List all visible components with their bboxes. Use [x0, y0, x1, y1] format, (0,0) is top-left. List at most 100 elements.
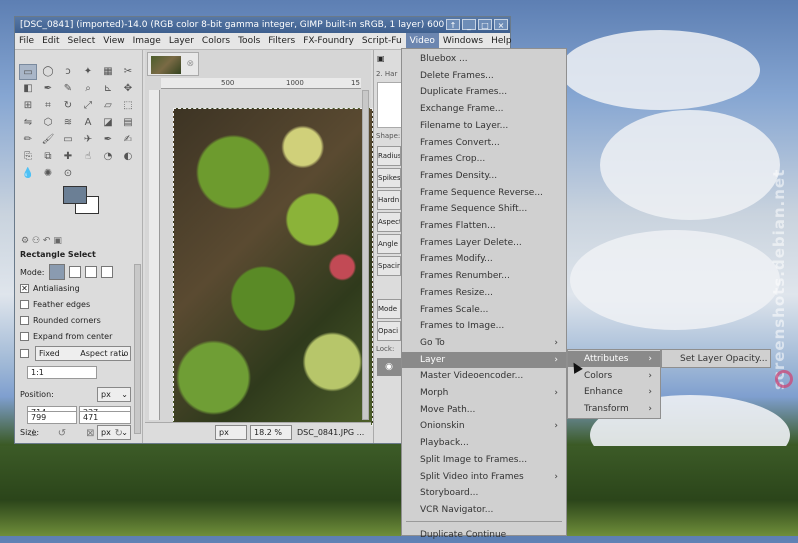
scale-tool-icon[interactable]: ⤢: [79, 98, 97, 114]
menu-video[interactable]: Video: [405, 33, 439, 49]
title-bar[interactable]: [DSC_0841] (imported)-14.0 (RGB color 8-…: [15, 17, 510, 33]
rounded-checkbox[interactable]: [20, 316, 29, 325]
feather-checkbox[interactable]: [20, 300, 29, 309]
color-swatches[interactable]: [63, 186, 99, 216]
replace-mode-icon[interactable]: [48, 264, 65, 280]
menu-item-exchange-frame[interactable]: Exchange Frame...: [402, 101, 566, 117]
menu-help[interactable]: Help: [487, 33, 516, 49]
zoom-select[interactable]: 18.2 %: [250, 425, 292, 440]
heal-tool-icon[interactable]: ✚: [59, 149, 77, 165]
size-width-field[interactable]: 799: [27, 411, 77, 424]
photo-canvas[interactable]: [173, 108, 373, 426]
fuzzy-select-tool-icon[interactable]: ✦: [79, 64, 97, 80]
undo-history-tab-icon[interactable]: ↶: [43, 236, 51, 246]
menu-filters[interactable]: Filters: [264, 33, 299, 49]
menu-item-frames-layer-delete[interactable]: Frames Layer Delete...: [402, 235, 566, 251]
foreground-select-tool-icon[interactable]: ◧: [19, 81, 37, 97]
menu-item-enhance[interactable]: Enhance ›: [568, 384, 660, 400]
layer-mode-control[interactable]: Mode: [377, 299, 401, 319]
dodge-burn-tool-icon[interactable]: ◐: [119, 149, 137, 165]
paintbrush-tool-icon[interactable]: 🖌: [39, 132, 57, 148]
menu-item-duplicate-continue[interactable]: Duplicate Continue: [402, 527, 566, 543]
gegl-tool-icon[interactable]: ✺: [39, 166, 57, 182]
maximize-button[interactable]: □: [478, 19, 492, 30]
menu-item-master-videoencoder[interactable]: Master Videoencoder...: [402, 368, 566, 384]
menu-item-attributes[interactable]: Attributes ›: [568, 351, 660, 367]
antialiasing-checkbox[interactable]: ✕: [20, 284, 29, 293]
size-height-field[interactable]: 471: [79, 411, 131, 424]
reset-options-icon[interactable]: ↻: [115, 428, 123, 439]
measure-tool-icon[interactable]: ⊾: [99, 81, 117, 97]
menu-item-frames-renumber[interactable]: Frames Renumber...: [402, 268, 566, 284]
menu-windows[interactable]: Windows: [439, 33, 487, 49]
images-tab-icon[interactable]: ▣: [53, 236, 62, 246]
hardness-control[interactable]: Hardn: [377, 190, 401, 210]
menu-item-frames-density[interactable]: Frames Density...: [402, 168, 566, 184]
crop-tool-icon[interactable]: ⌗: [39, 98, 57, 114]
zoom-tool-icon[interactable]: ⌕: [79, 81, 97, 97]
menu-layer[interactable]: Layer: [165, 33, 198, 49]
flip-tool-icon[interactable]: ⇋: [19, 115, 37, 131]
menu-item-playback[interactable]: Playback...: [402, 435, 566, 451]
perspective-tool-icon[interactable]: ⬚: [119, 98, 137, 114]
clone-tool-icon[interactable]: ⎘: [19, 149, 37, 165]
menu-item-go-to[interactable]: Go To ›: [402, 335, 566, 351]
expand-row[interactable]: Expand from center: [20, 332, 112, 341]
aspect-control[interactable]: Aspect: [377, 212, 401, 232]
menu-item-duplicate-frames[interactable]: Duplicate Frames...: [402, 84, 566, 100]
cage-tool-icon[interactable]: ⬡: [39, 115, 57, 131]
menu-item-frames-to-image[interactable]: Frames to Image...: [402, 318, 566, 334]
free-select-tool-icon[interactable]: ↄ: [59, 64, 77, 80]
menu-item-frames-modify[interactable]: Frames Modify...: [402, 251, 566, 267]
close-tab-icon[interactable]: ⊗: [186, 59, 194, 69]
fixed-checkbox[interactable]: [20, 349, 29, 358]
menu-item-set-layer-opacity[interactable]: Set Layer Opacity...: [662, 351, 770, 367]
menu-item-morph[interactable]: Morph ›: [402, 385, 566, 401]
delete-options-icon[interactable]: ⊠: [86, 428, 94, 439]
close-button[interactable]: ×: [494, 19, 508, 30]
restore-options-icon[interactable]: ↺: [58, 428, 66, 439]
shade-button[interactable]: ↑: [446, 19, 460, 30]
menu-item-transform[interactable]: Transform ›: [568, 401, 660, 417]
rounded-row[interactable]: Rounded corners: [20, 316, 101, 325]
foreground-color-swatch[interactable]: [63, 186, 87, 204]
pencil-tool-icon[interactable]: ✏: [19, 132, 37, 148]
spikes-control[interactable]: Spikes: [377, 168, 401, 188]
angle-control[interactable]: Angle: [377, 234, 401, 254]
menu-item-vcr-navigator[interactable]: VCR Navigator...: [402, 502, 566, 518]
menu-file[interactable]: File: [15, 33, 38, 49]
menu-fx-foundry[interactable]: FX-Foundry: [299, 33, 358, 49]
canvas-vertical-scrollbar[interactable]: [362, 90, 369, 420]
feather-row[interactable]: Feather edges: [20, 300, 90, 309]
subtract-mode-icon[interactable]: [84, 266, 97, 278]
text-tool-icon[interactable]: A: [79, 115, 97, 131]
move-tool-icon[interactable]: ✥: [119, 81, 137, 97]
menu-item-storyboard[interactable]: Storyboard...: [402, 485, 566, 501]
shear-tool-icon[interactable]: ▱: [99, 98, 117, 114]
menu-item-colors[interactable]: Colors ›: [568, 368, 660, 384]
scissors-tool-icon[interactable]: ✂: [119, 64, 137, 80]
expand-checkbox[interactable]: [20, 332, 29, 341]
menu-item-layer[interactable]: Layer ›: [402, 351, 566, 368]
align-tool-icon[interactable]: ⊞: [19, 98, 37, 114]
menu-view[interactable]: View: [99, 33, 128, 49]
unit-select[interactable]: px: [215, 425, 247, 440]
menu-edit[interactable]: Edit: [38, 33, 63, 49]
image-tab[interactable]: ⊗: [147, 52, 199, 76]
device-status-tab-icon[interactable]: ⚇: [32, 236, 40, 246]
ratio-field[interactable]: 1:1: [27, 366, 97, 379]
rotate-tool-icon[interactable]: ↻: [59, 98, 77, 114]
dock-menu-icon[interactable]: ▣: [377, 54, 385, 63]
color-picker-tool-icon[interactable]: ✎: [59, 81, 77, 97]
menu-item-delete-frames[interactable]: Delete Frames...: [402, 68, 566, 84]
blend-tool-icon[interactable]: ▤: [119, 115, 137, 131]
perspective-clone-tool-icon[interactable]: ⧉: [39, 149, 57, 165]
tool-options-scrollbar[interactable]: [134, 264, 141, 434]
menu-tools[interactable]: Tools: [234, 33, 264, 49]
sample-tool-icon[interactable]: ⊙: [59, 166, 77, 182]
drop-tool-icon[interactable]: 💧: [19, 166, 37, 182]
menu-colors[interactable]: Colors: [198, 33, 234, 49]
menu-item-frames-convert[interactable]: Frames Convert...: [402, 135, 566, 151]
menu-item-frame-sequence-reverse[interactable]: Frame Sequence Reverse...: [402, 185, 566, 201]
eraser-tool-icon[interactable]: ▭: [59, 132, 77, 148]
